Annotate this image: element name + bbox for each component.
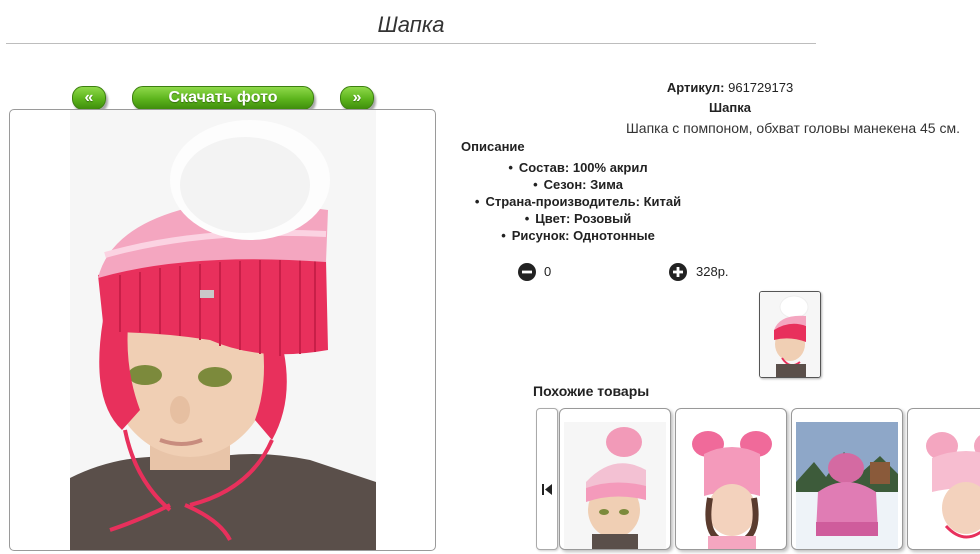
product-thumbnail[interactable] bbox=[759, 291, 821, 378]
article-value: 961729173 bbox=[728, 80, 794, 95]
spec-item: Сезон: Зима bbox=[460, 176, 696, 193]
hat-photo-illustration bbox=[70, 110, 376, 550]
minus-circle-icon[interactable] bbox=[517, 262, 537, 282]
product-image bbox=[680, 422, 782, 549]
spec-item: Рисунок: Однотонные bbox=[460, 227, 696, 244]
next-photo-button[interactable]: » bbox=[340, 86, 374, 110]
carousel-prev-button[interactable] bbox=[536, 408, 558, 550]
product-image bbox=[912, 422, 980, 549]
similar-product-card[interactable] bbox=[559, 408, 671, 550]
similar-product-card[interactable] bbox=[907, 408, 980, 550]
title-divider bbox=[6, 43, 816, 44]
thumbnail-illustration bbox=[760, 292, 820, 377]
spec-item: Цвет: Розовый bbox=[460, 210, 696, 227]
spec-item: Состав: 100% акрил bbox=[460, 159, 696, 176]
product-image bbox=[564, 422, 666, 549]
article-line: Артикул: 961729173 bbox=[460, 80, 980, 95]
spec-list: Состав: 100% акрил Сезон: Зима Страна-пр… bbox=[460, 159, 696, 244]
article-label: Артикул: bbox=[666, 80, 725, 95]
price-value: 328р. bbox=[696, 264, 729, 279]
prev-photo-button[interactable]: « bbox=[72, 86, 106, 110]
similar-products-heading: Похожие товары bbox=[533, 383, 650, 399]
quantity-value: 0 bbox=[544, 264, 552, 279]
download-photo-button[interactable]: Скачать фото bbox=[132, 86, 314, 110]
product-photo[interactable] bbox=[9, 109, 436, 551]
product-short-description: Шапка с помпоном, обхват головы манекена… bbox=[625, 120, 960, 136]
description-heading: Описание bbox=[461, 139, 525, 154]
product-image bbox=[796, 422, 898, 549]
skip-prev-icon bbox=[542, 484, 552, 495]
product-name: Шапка bbox=[709, 100, 751, 115]
plus-circle-icon[interactable] bbox=[668, 262, 688, 282]
spec-item: Страна-производитель: Китай bbox=[460, 193, 696, 210]
page-title: Шапка bbox=[377, 12, 445, 37]
similar-product-card[interactable] bbox=[675, 408, 787, 550]
similar-product-card[interactable] bbox=[791, 408, 903, 550]
